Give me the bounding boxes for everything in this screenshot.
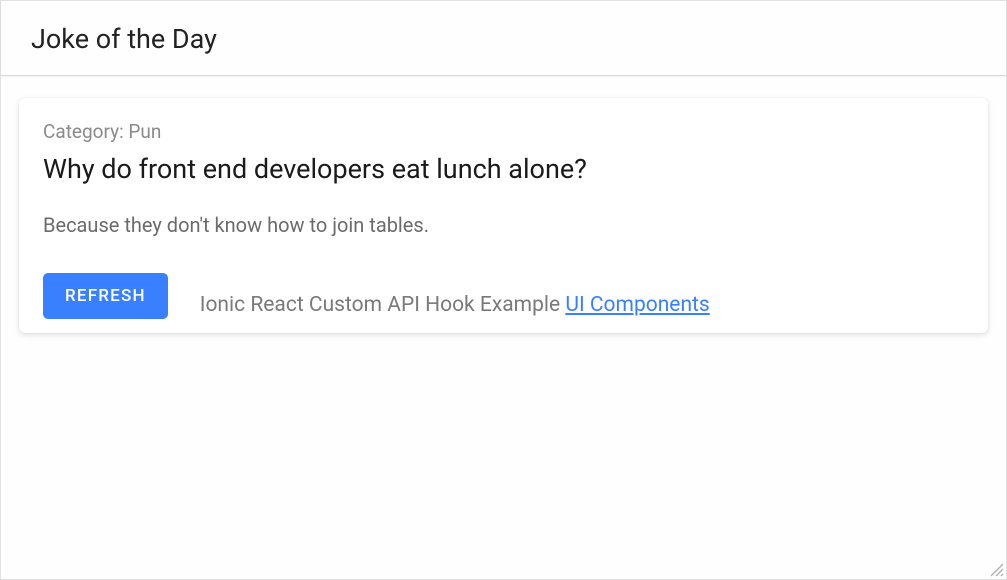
joke-card: Category: Pun Why do front end developer… [19,98,988,333]
footer-caption: Ionic React Custom API Hook Example UI C… [200,293,710,319]
card-footer: REFRESH Ionic React Custom API Hook Exam… [43,273,964,319]
joke-setup: Why do front end developers eat lunch al… [43,153,964,187]
resize-handle-icon [988,561,1004,577]
joke-delivery: Because they don't know how to join tabl… [43,213,964,237]
category-value: Pun [128,120,161,143]
ui-components-link[interactable]: UI Components [565,293,709,317]
app-header: Joke of the Day [1,1,1006,76]
page-title: Joke of the Day [31,23,976,55]
joke-category: Category: Pun [43,120,964,143]
category-prefix: Category: [43,120,128,143]
refresh-button[interactable]: REFRESH [43,273,168,319]
content-area: Category: Pun Why do front end developer… [1,76,1006,355]
footer-text: Ionic React Custom API Hook Example [200,293,566,317]
